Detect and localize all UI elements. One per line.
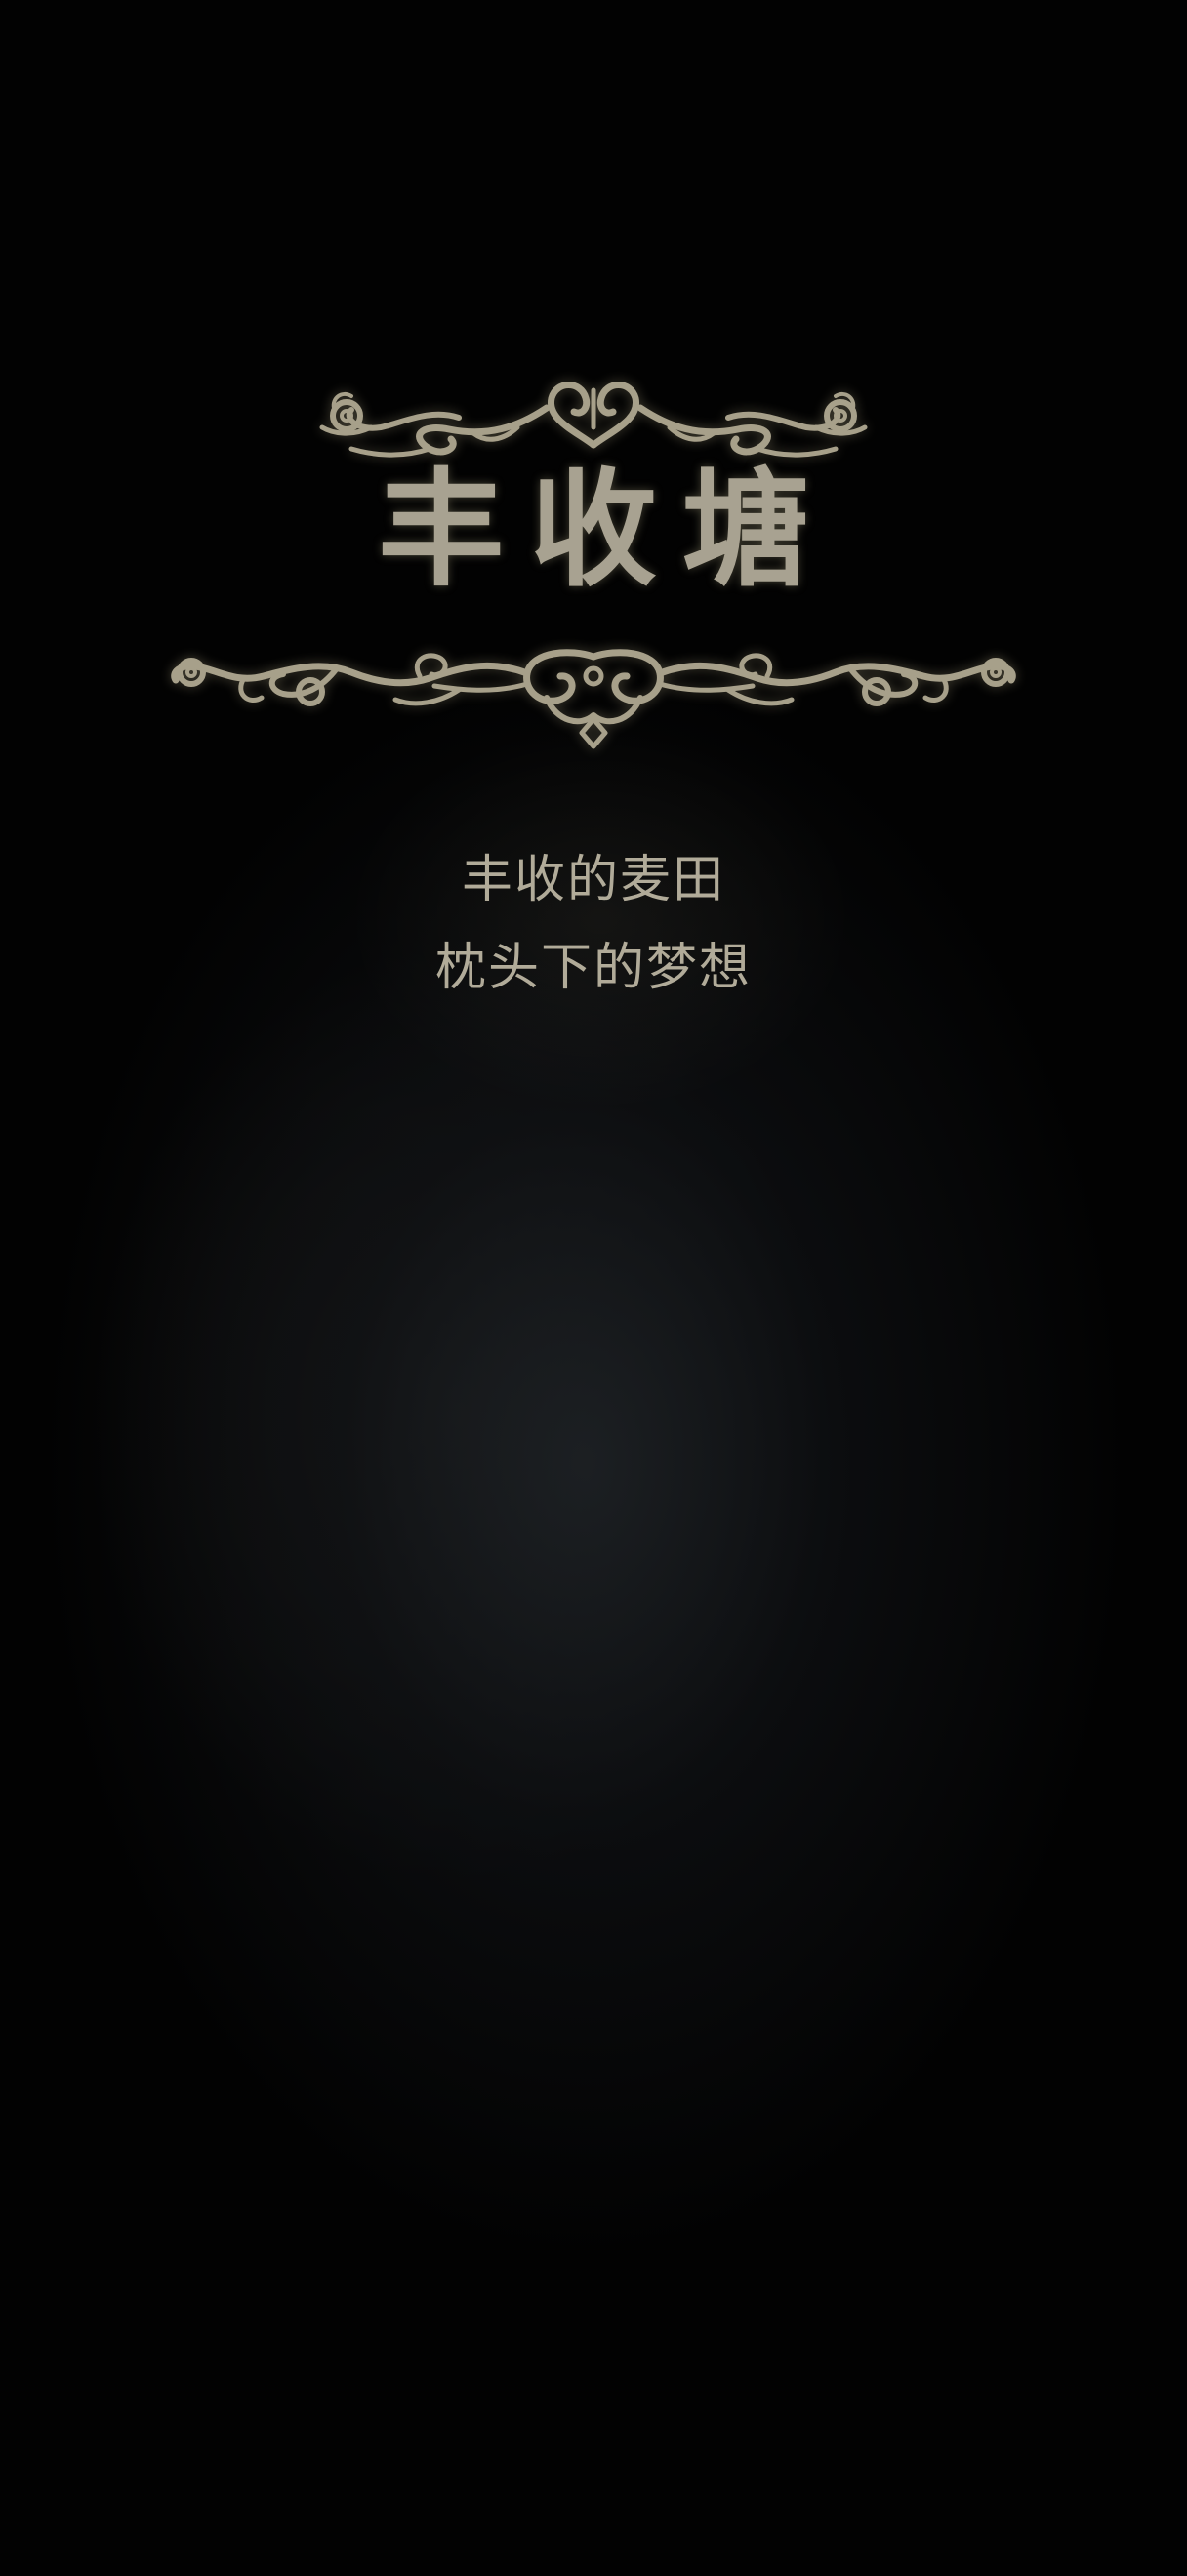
game-title: 丰收塘: [377, 456, 835, 604]
subtitle-line-2: 枕头下的梦想: [434, 939, 752, 997]
subtitle-line-1: 丰收的麦田: [461, 851, 725, 909]
game-title-screen: 丰收塘 丰收的麦田 枕头下的梦想: [0, 0, 1187, 2576]
bottom-flourish-icon: [171, 649, 1016, 749]
